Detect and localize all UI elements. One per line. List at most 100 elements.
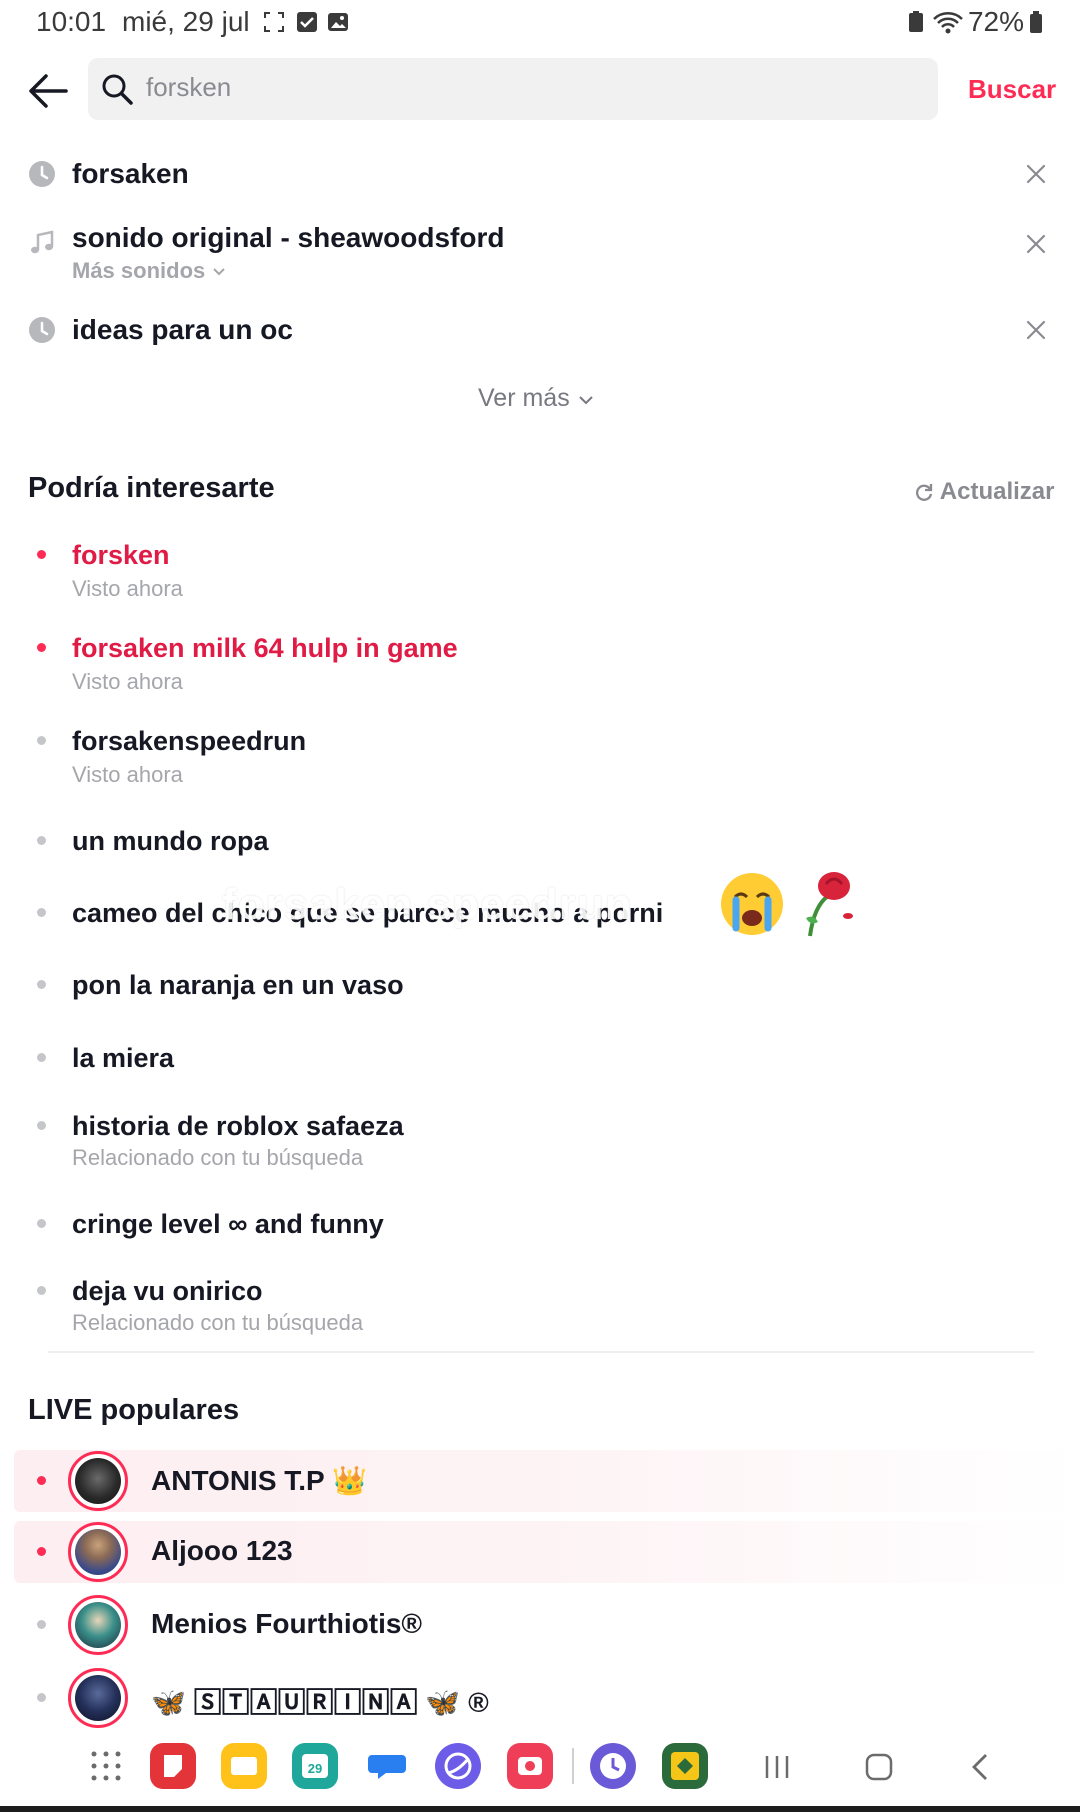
suggestion-label: pon la naranja en un vaso <box>72 970 404 1000</box>
more-sounds-link[interactable]: Más sonidos <box>72 258 227 284</box>
suggestion-item[interactable]: pon la naranja en un vaso <box>0 966 1080 1010</box>
game-app-icon[interactable] <box>662 1743 708 1789</box>
chevron-down-icon <box>213 268 226 276</box>
suggestion-subtitle: Visto ahora <box>72 576 183 601</box>
live-item[interactable]: ANTONIS T.P 👑 <box>14 1450 1080 1512</box>
suggestion-label: cringe level ∞ and funny <box>72 1209 384 1239</box>
suggestion-label: forsken <box>72 540 170 570</box>
screenshot-icon <box>264 12 284 32</box>
battery-saver-icon <box>909 11 923 32</box>
wilted-rose-emoji-icon <box>806 872 853 937</box>
app-drawer-icon[interactable] <box>90 1750 122 1782</box>
clock-icon <box>29 317 55 343</box>
bullet-dot <box>37 550 46 559</box>
more-sounds-label: Más sonidos <box>72 258 206 283</box>
close-icon[interactable] <box>1024 318 1048 342</box>
live-dot <box>37 1693 46 1702</box>
suggestion-label: la miera <box>72 1043 175 1073</box>
folder-app-icon[interactable] <box>221 1743 267 1789</box>
history-item[interactable]: ideas para un oc <box>0 302 1080 362</box>
suggestion-item[interactable]: la miera <box>0 1039 1080 1083</box>
live-item[interactable]: Menios Fourthiotis® <box>14 1594 1080 1656</box>
search-icon <box>102 74 133 105</box>
suggestion-subtitle: Relacionado con tu búsqueda <box>72 1145 364 1170</box>
suggestion-item[interactable]: forsaken milk 64 hulp in game Visto ahor… <box>0 629 1080 697</box>
suggestion-item[interactable]: deja vu onirico Relacionado con tu búsqu… <box>0 1272 1080 1340</box>
messages-app-icon[interactable] <box>364 1743 410 1789</box>
status-bar: 10:01 mié, 29 jul 72% <box>0 0 1080 44</box>
chevron-down-icon <box>578 396 593 405</box>
live-username: Aljooo 123 <box>151 1535 293 1566</box>
clock-icon <box>29 161 55 187</box>
svg-text:29: 29 <box>308 1761 322 1776</box>
checkbox-notification-icon <box>297 12 317 32</box>
close-icon[interactable] <box>1024 232 1048 256</box>
home-icon[interactable] <box>864 1752 894 1782</box>
bullet-dot <box>37 1286 46 1295</box>
battery-icon <box>1030 11 1042 33</box>
bullet-dot <box>37 980 46 989</box>
suggestion-label: historia de roblox safaeza <box>72 1111 404 1141</box>
music-note-icon <box>31 230 54 254</box>
see-more-button[interactable]: Ver más <box>478 384 595 413</box>
bullet-dot <box>37 1121 46 1130</box>
calendar-app-icon[interactable]: 29 <box>292 1743 338 1789</box>
suggestion-item[interactable]: forsken Visto ahora <box>0 536 1080 604</box>
status-date: mié, 29 jul <box>122 6 250 37</box>
battery-percent: 72% <box>967 6 1024 37</box>
live-section-title: LIVE populares <box>28 1394 240 1426</box>
search-input[interactable]: forsken <box>88 58 938 120</box>
suggestion-subtitle: Visto ahora <box>72 669 183 694</box>
browser-app-icon[interactable] <box>435 1743 481 1789</box>
live-username: Menios Fourthiotis® <box>151 1608 423 1639</box>
suggestion-label: deja vu onirico <box>72 1276 263 1306</box>
camera-app-icon[interactable] <box>507 1743 553 1789</box>
close-icon[interactable] <box>1024 162 1048 186</box>
crying-face-emoji-icon <box>721 873 783 935</box>
bullet-dot <box>37 908 46 917</box>
back-nav-icon[interactable] <box>968 1752 992 1782</box>
history-item[interactable]: sonido original - sheawoodsford Más soni… <box>0 212 1080 292</box>
suggestions-title: Podría interesarte <box>28 472 275 504</box>
bullet-dot <box>37 836 46 845</box>
refresh-icon <box>916 484 933 501</box>
notes-app-icon[interactable] <box>150 1743 196 1789</box>
live-item[interactable]: Aljooo 123 <box>14 1521 1080 1583</box>
recent-apps-icon[interactable] <box>762 1752 792 1782</box>
suggestion-label: un mundo ropa <box>72 826 269 856</box>
search-query: forsken <box>146 72 232 102</box>
suggestion-subtitle: Visto ahora <box>72 762 183 787</box>
live-dot <box>37 1476 46 1485</box>
history-item[interactable]: forsaken <box>0 146 1080 206</box>
avatar <box>68 1451 128 1511</box>
history-label: ideas para un oc <box>72 314 293 345</box>
suggestion-subtitle: Relacionado con tu búsqueda <box>72 1310 364 1335</box>
live-item[interactable]: 🦋 🅂🅃🄰🅄🅁🄸🄽🄰 🦋 ® <box>14 1667 1080 1729</box>
wifi-icon <box>933 12 963 34</box>
bullet-dot <box>37 643 46 652</box>
avatar <box>68 1595 128 1655</box>
search-submit-button[interactable]: Buscar <box>968 74 1056 105</box>
live-dot <box>37 1547 46 1556</box>
divider <box>48 1351 1034 1353</box>
suggestion-label: forsakenspeedrun <box>72 726 307 756</box>
suggestion-item[interactable]: forsakenspeedrun Visto ahora <box>0 722 1080 790</box>
refresh-label: Actualizar <box>939 478 1055 505</box>
refresh-button[interactable]: Actualizar <box>914 478 1054 506</box>
live-dot <box>37 1620 46 1629</box>
suggestion-item[interactable]: historia de roblox safaeza Relacionado c… <box>0 1107 1080 1175</box>
bottom-edge <box>0 1806 1080 1812</box>
live-username: ANTONIS T.P 👑 <box>151 1465 367 1496</box>
suggestion-item[interactable]: un mundo ropa <box>0 822 1080 866</box>
live-username: 🦋 🅂🅃🄰🅄🅁🄸🄽🄰 🦋 ® <box>151 1687 489 1718</box>
back-arrow-icon[interactable] <box>24 66 74 116</box>
avatar <box>68 1522 128 1582</box>
bullet-dot <box>37 736 46 745</box>
suggestion-item[interactable]: cringe level ∞ and funny <box>0 1205 1080 1249</box>
clock-app-icon[interactable] <box>590 1743 636 1789</box>
bullet-dot <box>37 1219 46 1228</box>
video-overlay-caption: forsaken speedrun <box>222 880 633 929</box>
status-time: 10:01 <box>36 6 107 37</box>
gallery-notification-icon <box>328 13 348 31</box>
avatar <box>68 1668 128 1728</box>
